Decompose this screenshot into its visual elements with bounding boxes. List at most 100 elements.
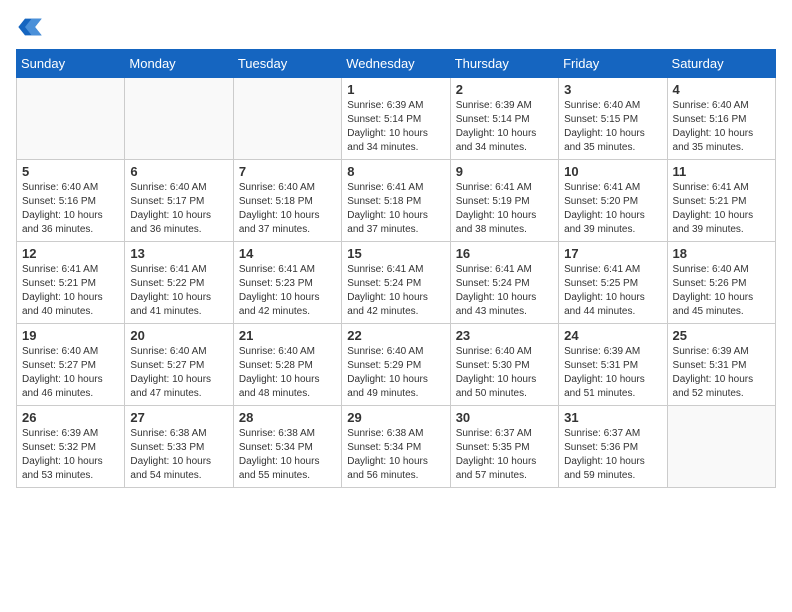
- day-cell: [125, 78, 233, 160]
- day-header-saturday: Saturday: [667, 50, 775, 78]
- day-number: 3: [564, 82, 661, 97]
- day-info: Sunrise: 6:39 AMSunset: 5:31 PMDaylight:…: [673, 345, 770, 401]
- day-info: Sunrise: 6:37 AMSunset: 5:36 PMDaylight:…: [564, 427, 661, 483]
- day-info: Sunrise: 6:40 AMSunset: 5:15 PMDaylight:…: [564, 99, 661, 155]
- logo: [16, 16, 48, 37]
- day-cell: 8 Sunrise: 6:41 AMSunset: 5:18 PMDaylight…: [342, 160, 450, 242]
- day-number: 10: [564, 164, 661, 179]
- day-cell: 29 Sunrise: 6:38 AMSunset: 5:34 PMDayligh…: [342, 406, 450, 488]
- day-info: Sunrise: 6:41 AMSunset: 5:20 PMDaylight:…: [564, 181, 661, 237]
- day-info: Sunrise: 6:40 AMSunset: 5:17 PMDaylight:…: [130, 181, 227, 237]
- day-info: Sunrise: 6:41 AMSunset: 5:21 PMDaylight:…: [673, 181, 770, 237]
- day-info: Sunrise: 6:41 AMSunset: 5:18 PMDaylight:…: [347, 181, 444, 237]
- day-cell: 7 Sunrise: 6:40 AMSunset: 5:18 PMDaylight…: [233, 160, 341, 242]
- day-number: 28: [239, 410, 336, 425]
- day-info: Sunrise: 6:40 AMSunset: 5:27 PMDaylight:…: [22, 345, 119, 401]
- day-cell: [233, 78, 341, 160]
- day-cell: 15Sunrise: 6:41 AMSunset: 5:24 PMDayligh…: [342, 242, 450, 324]
- day-info: Sunrise: 6:40 AMSunset: 5:18 PMDaylight:…: [239, 181, 336, 237]
- day-number: 1: [347, 82, 444, 97]
- day-number: 4: [673, 82, 770, 97]
- day-number: 14: [239, 246, 336, 261]
- day-cell: 11 Sunrise: 6:41 AMSunset: 5:21 PMDayligh…: [667, 160, 775, 242]
- day-number: 24: [564, 328, 661, 343]
- day-cell: 12 Sunrise: 6:41 AMSunset: 5:21 PMDayligh…: [17, 242, 125, 324]
- day-cell: [17, 78, 125, 160]
- day-cell: 5Sunrise: 6:40 AMSunset: 5:16 PMDaylight…: [17, 160, 125, 242]
- day-number: 19: [22, 328, 119, 343]
- day-cell: 13Sunrise: 6:41 AMSunset: 5:22 PMDayligh…: [125, 242, 233, 324]
- day-cell: 6 Sunrise: 6:40 AMSunset: 5:17 PMDaylight…: [125, 160, 233, 242]
- day-info: Sunrise: 6:40 AMSunset: 5:30 PMDaylight:…: [456, 345, 553, 401]
- day-number: 25: [673, 328, 770, 343]
- day-cell: 27Sunrise: 6:38 AMSunset: 5:33 PMDayligh…: [125, 406, 233, 488]
- day-info: Sunrise: 6:38 AMSunset: 5:34 PMDaylight:…: [239, 427, 336, 483]
- day-cell: 4 Sunrise: 6:40 AMSunset: 5:16 PMDaylight…: [667, 78, 775, 160]
- day-cell: 26Sunrise: 6:39 AMSunset: 5:32 PMDayligh…: [17, 406, 125, 488]
- day-number: 12: [22, 246, 119, 261]
- day-cell: 24 Sunrise: 6:39 AMSunset: 5:31 PMDayligh…: [559, 324, 667, 406]
- day-cell: 31 Sunrise: 6:37 AMSunset: 5:36 PMDayligh…: [559, 406, 667, 488]
- day-info: Sunrise: 6:40 AMSunset: 5:28 PMDaylight:…: [239, 345, 336, 401]
- day-cell: 19 Sunrise: 6:40 AMSunset: 5:27 PMDayligh…: [17, 324, 125, 406]
- week-row-5: 26Sunrise: 6:39 AMSunset: 5:32 PMDayligh…: [17, 406, 776, 488]
- day-number: 7: [239, 164, 336, 179]
- day-info: Sunrise: 6:38 AMSunset: 5:33 PMDaylight:…: [130, 427, 227, 483]
- day-cell: 18 Sunrise: 6:40 AMSunset: 5:26 PMDayligh…: [667, 242, 775, 324]
- day-info: Sunrise: 6:39 AMSunset: 5:31 PMDaylight:…: [564, 345, 661, 401]
- day-info: Sunrise: 6:39 AMSunset: 5:14 PMDaylight:…: [456, 99, 553, 155]
- day-number: 29: [347, 410, 444, 425]
- day-number: 9: [456, 164, 553, 179]
- day-number: 6: [130, 164, 227, 179]
- day-info: Sunrise: 6:40 AMSunset: 5:26 PMDaylight:…: [673, 263, 770, 319]
- day-cell: 1 Sunrise: 6:39 AMSunset: 5:14 PMDaylight…: [342, 78, 450, 160]
- day-info: Sunrise: 6:40 AMSunset: 5:27 PMDaylight:…: [130, 345, 227, 401]
- day-info: Sunrise: 6:41 AMSunset: 5:21 PMDaylight:…: [22, 263, 119, 319]
- day-cell: 21 Sunrise: 6:40 AMSunset: 5:28 PMDayligh…: [233, 324, 341, 406]
- day-number: 11: [673, 164, 770, 179]
- day-cell: 14 Sunrise: 6:41 AMSunset: 5:23 PMDayligh…: [233, 242, 341, 324]
- day-number: 21: [239, 328, 336, 343]
- day-header-wednesday: Wednesday: [342, 50, 450, 78]
- day-number: 17: [564, 246, 661, 261]
- day-number: 20: [130, 328, 227, 343]
- week-row-4: 19 Sunrise: 6:40 AMSunset: 5:27 PMDayligh…: [17, 324, 776, 406]
- day-cell: 22Sunrise: 6:40 AMSunset: 5:29 PMDayligh…: [342, 324, 450, 406]
- day-info: Sunrise: 6:38 AMSunset: 5:34 PMDaylight:…: [347, 427, 444, 483]
- day-info: Sunrise: 6:39 AMSunset: 5:14 PMDaylight:…: [347, 99, 444, 155]
- day-header-friday: Friday: [559, 50, 667, 78]
- day-cell: 23 Sunrise: 6:40 AMSunset: 5:30 PMDayligh…: [450, 324, 558, 406]
- day-number: 23: [456, 328, 553, 343]
- day-cell: 10 Sunrise: 6:41 AMSunset: 5:20 PMDayligh…: [559, 160, 667, 242]
- day-number: 30: [456, 410, 553, 425]
- day-info: Sunrise: 6:41 AMSunset: 5:24 PMDaylight:…: [456, 263, 553, 319]
- day-info: Sunrise: 6:41 AMSunset: 5:24 PMDaylight:…: [347, 263, 444, 319]
- day-cell: 9 Sunrise: 6:41 AMSunset: 5:19 PMDaylight…: [450, 160, 558, 242]
- day-header-monday: Monday: [125, 50, 233, 78]
- day-header-tuesday: Tuesday: [233, 50, 341, 78]
- day-info: Sunrise: 6:41 AMSunset: 5:25 PMDaylight:…: [564, 263, 661, 319]
- day-number: 18: [673, 246, 770, 261]
- day-info: Sunrise: 6:40 AMSunset: 5:16 PMDaylight:…: [22, 181, 119, 237]
- day-info: Sunrise: 6:41 AMSunset: 5:23 PMDaylight:…: [239, 263, 336, 319]
- week-row-2: 5Sunrise: 6:40 AMSunset: 5:16 PMDaylight…: [17, 160, 776, 242]
- day-number: 16: [456, 246, 553, 261]
- calendar-header: SundayMondayTuesdayWednesdayThursdayFrid…: [17, 50, 776, 78]
- week-row-3: 12 Sunrise: 6:41 AMSunset: 5:21 PMDayligh…: [17, 242, 776, 324]
- day-cell: 16 Sunrise: 6:41 AMSunset: 5:24 PMDayligh…: [450, 242, 558, 324]
- page-header: [16, 16, 776, 37]
- day-number: 26: [22, 410, 119, 425]
- day-cell: 25 Sunrise: 6:39 AMSunset: 5:31 PMDayligh…: [667, 324, 775, 406]
- day-info: Sunrise: 6:41 AMSunset: 5:19 PMDaylight:…: [456, 181, 553, 237]
- day-info: Sunrise: 6:40 AMSunset: 5:29 PMDaylight:…: [347, 345, 444, 401]
- day-headers-row: SundayMondayTuesdayWednesdayThursdayFrid…: [17, 50, 776, 78]
- day-cell: 20 Sunrise: 6:40 AMSunset: 5:27 PMDayligh…: [125, 324, 233, 406]
- day-info: Sunrise: 6:40 AMSunset: 5:16 PMDaylight:…: [673, 99, 770, 155]
- day-info: Sunrise: 6:37 AMSunset: 5:35 PMDaylight:…: [456, 427, 553, 483]
- day-number: 8: [347, 164, 444, 179]
- day-cell: 3 Sunrise: 6:40 AMSunset: 5:15 PMDaylight…: [559, 78, 667, 160]
- day-number: 2: [456, 82, 553, 97]
- week-row-1: 1 Sunrise: 6:39 AMSunset: 5:14 PMDaylight…: [17, 78, 776, 160]
- day-number: 31: [564, 410, 661, 425]
- logo-icon: [16, 17, 44, 37]
